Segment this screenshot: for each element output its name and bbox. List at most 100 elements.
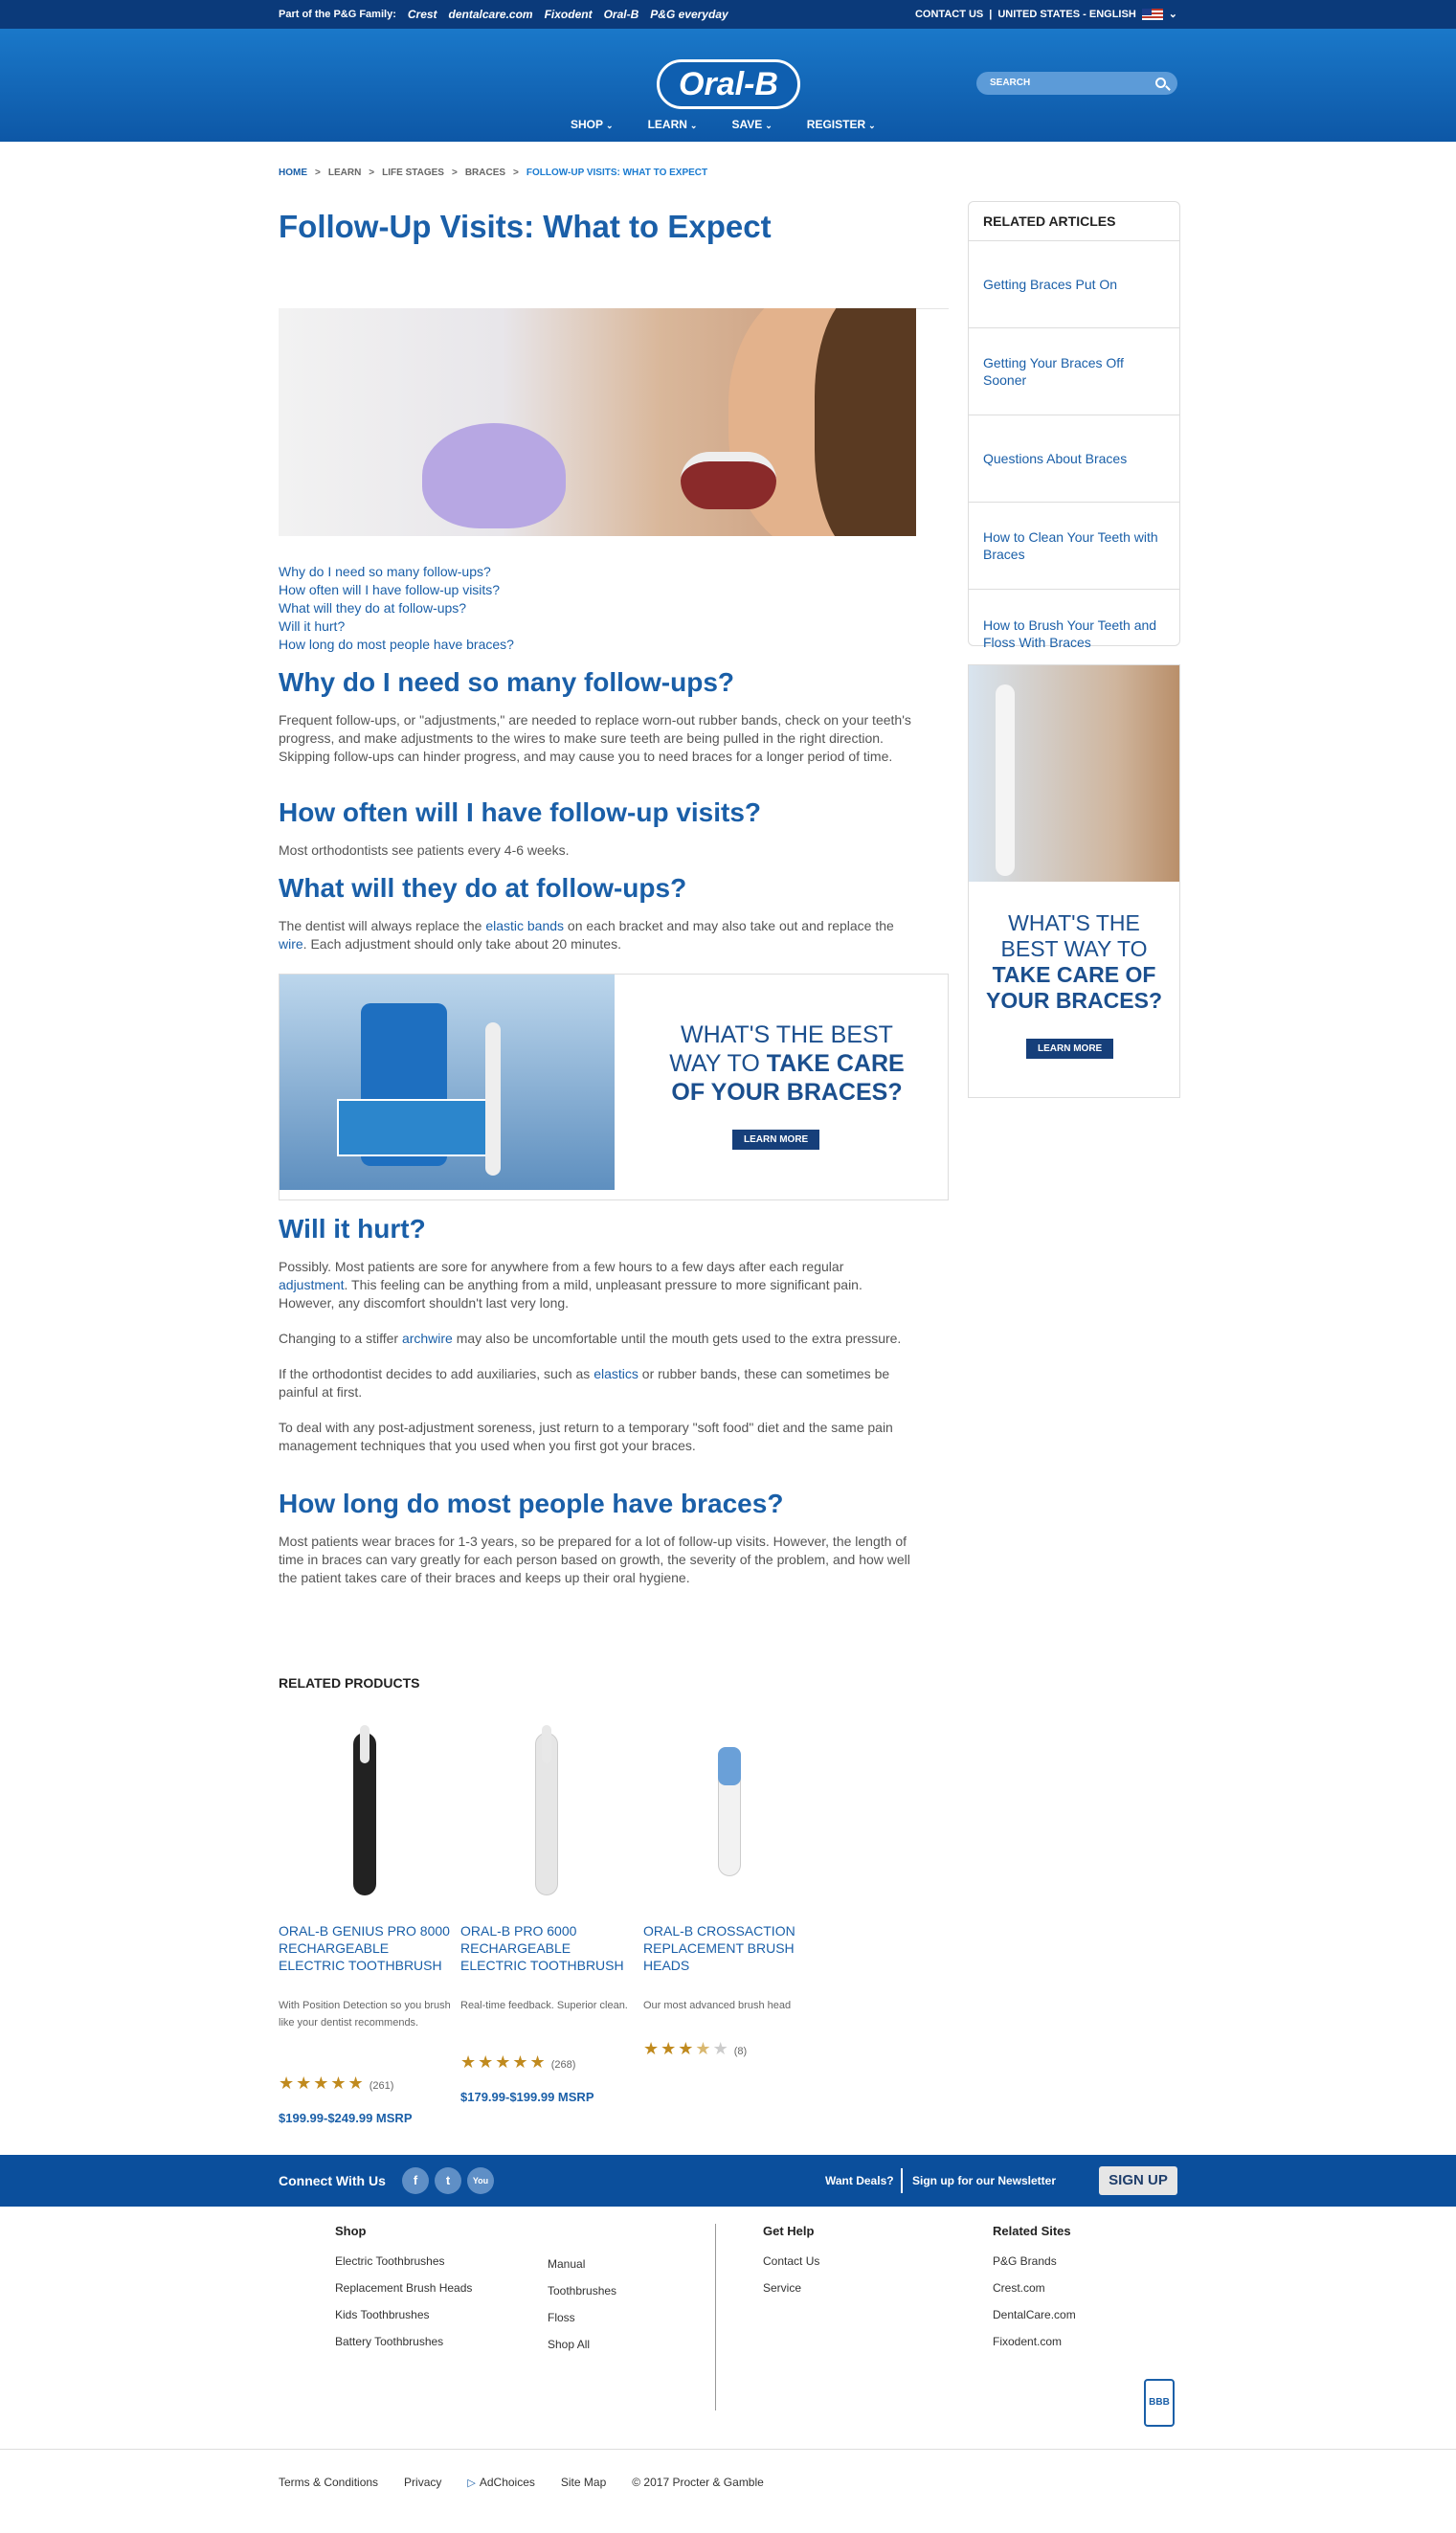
brand-dentalcare-link[interactable]: dentalcare.com [449, 8, 533, 21]
us-flag-icon[interactable] [1141, 8, 1163, 20]
footer-link[interactable]: Contact Us [763, 2248, 819, 2275]
locale-selector[interactable]: UNITED STATES - ENGLISH [997, 9, 1135, 20]
footer-link[interactable]: DentalCare.com [993, 2301, 1076, 2328]
search-input[interactable]: SEARCH [976, 72, 1177, 95]
section-why: Why do I need so many follow-ups? Freque… [279, 667, 916, 783]
nav-learn[interactable]: LEARN ⌄ [648, 118, 698, 131]
product-image[interactable] [279, 1723, 456, 1905]
sidebar-ad-image [969, 665, 1179, 882]
related-article-link[interactable]: Getting Braces Put On [969, 241, 1179, 328]
legal-links: Terms & Conditions Privacy ▷ AdChoices Si… [279, 2476, 764, 2489]
sidebar-learn-more-button[interactable]: LEARN MORE [1026, 1039, 1114, 1059]
footer-link[interactable]: Floss [548, 2304, 616, 2331]
toothbrush-shape [485, 1022, 501, 1176]
twitter-icon[interactable]: t [435, 2167, 461, 2194]
privacy-link[interactable]: Privacy [404, 2476, 441, 2489]
footer-help-col: Get Help Contact Us Service [763, 2224, 819, 2301]
oralb-logo[interactable]: Oral-B [657, 59, 800, 109]
footer-link[interactable]: Kids Toothbrushes [335, 2301, 472, 2328]
toothbrush-head-shape [360, 1725, 370, 1763]
breadcrumb-braces[interactable]: BRACES [465, 168, 505, 178]
toc-link[interactable]: How often will I have follow-up visits? [279, 581, 514, 599]
product-description: Real-time feedback. Superior clean. [460, 2000, 628, 2011]
section-how-often: How often will I have follow-up visits? … [279, 797, 916, 877]
product-rating: ★★★★★ (268) [460, 2052, 576, 2072]
related-articles-title: RELATED ARTICLES [969, 202, 1179, 241]
related-article-link[interactable]: Getting Your Braces Off Sooner [969, 328, 1179, 415]
product-card: ORAL-B PRO 6000 RECHARGEABLE ELECTRIC TO… [460, 1723, 638, 2104]
toc-link[interactable]: What will they do at follow-ups? [279, 599, 514, 617]
contact-us-link[interactable]: CONTACT US [915, 9, 983, 20]
related-products-title: RELATED PRODUCTS [279, 1675, 420, 1691]
footer-link[interactable]: Manual [548, 2251, 616, 2277]
product-name-link[interactable]: ORAL-B CROSSACTION REPLACEMENT BRUSH HEA… [643, 1922, 820, 1997]
section-heading: How long do most people have braces? [279, 1489, 784, 1518]
elastic-bands-link[interactable]: elastic bands [485, 918, 564, 933]
nav-register[interactable]: REGISTER ⌄ [807, 118, 876, 131]
elastics-link[interactable]: elastics [594, 1366, 638, 1381]
braces-care-banner[interactable]: WHAT'S THE BEST WAY TO TAKE CARE OF YOUR… [279, 974, 949, 1200]
chevron-down-icon: ⌄ [868, 121, 876, 130]
breadcrumb-learn[interactable]: LEARN [328, 168, 361, 178]
copyright: © 2017 Procter & Gamble [632, 2476, 764, 2489]
footer-shop-title: Shop [335, 2224, 367, 2238]
product-description: Our most advanced brush head [643, 2000, 792, 2011]
toc-link[interactable]: Why do I need so many follow-ups? [279, 563, 514, 581]
footer-link[interactable]: Toothbrushes [548, 2277, 616, 2304]
product-rating: ★★★★★ (261) [279, 2073, 394, 2093]
related-article-link[interactable]: How to Clean Your Teeth with Braces [969, 503, 1179, 590]
related-article-link[interactable]: Questions About Braces [969, 415, 1179, 503]
section-hurt: Will it hurt? Possibly. Most patients ar… [279, 1214, 916, 1472]
toc-link[interactable]: Will it hurt? [279, 617, 514, 636]
facebook-icon[interactable]: f [402, 2167, 429, 2194]
nav-save[interactable]: SAVE ⌄ [731, 118, 772, 131]
sidebar-ad[interactable]: WHAT'S THE BEST WAY TO TAKE CARE OF YOUR… [968, 664, 1180, 1098]
archwire-link[interactable]: archwire [402, 1331, 453, 1346]
sign-up-button[interactable]: SIGN UP [1099, 2166, 1177, 2195]
footer-link[interactable]: Service [763, 2275, 819, 2301]
footer-sites-title: Related Sites [993, 2224, 1071, 2238]
brand-oralb-link[interactable]: Oral-B [604, 8, 639, 21]
youtube-icon[interactable]: You [467, 2167, 494, 2194]
search-placeholder: SEARCH [990, 78, 1031, 88]
breadcrumb-life-stages[interactable]: LIFE STAGES [382, 168, 444, 178]
terms-link[interactable]: Terms & Conditions [279, 2476, 378, 2489]
banner-learn-more-button[interactable]: LEARN MORE [732, 1130, 820, 1150]
breadcrumb-home[interactable]: HOME [279, 168, 307, 178]
brand-fixodent-link[interactable]: Fixodent [545, 8, 593, 21]
top-right-links: CONTACT US | UNITED STATES - ENGLISH ⌄ [914, 8, 1177, 20]
connect-label: Connect With Us [279, 2173, 386, 2188]
nav-shop[interactable]: SHOP ⌄ [571, 118, 614, 131]
wire-link[interactable]: wire [279, 936, 303, 952]
footer-link[interactable]: Fixodent.com [993, 2328, 1076, 2355]
product-name-link[interactable]: ORAL-B GENIUS PRO 8000 RECHARGEABLE ELEC… [279, 1922, 456, 1997]
section-paragraph: Frequent follow-ups, or "adjustments," a… [279, 712, 911, 764]
footer-help-title: Get Help [763, 2224, 815, 2238]
product-image[interactable] [643, 1723, 820, 1905]
star-rating-icon: ★★★★★ [279, 2073, 366, 2093]
footer-link[interactable]: Battery Toothbrushes [335, 2328, 472, 2355]
footer-link[interactable]: Electric Toothbrushes [335, 2248, 472, 2275]
footer-link[interactable]: Shop All [548, 2331, 616, 2358]
adjustment-link[interactable]: adjustment [279, 1277, 344, 1292]
brand-crest-link[interactable]: Crest [408, 8, 437, 21]
footer-link[interactable]: P&G Brands [993, 2248, 1076, 2275]
product-card: ORAL-B GENIUS PRO 8000 RECHARGEABLE ELEC… [279, 1723, 456, 2125]
breadcrumb-current: FOLLOW-UP VISITS: WHAT TO EXPECT [526, 168, 708, 178]
footer-shop-col1: Shop Electric Toothbrushes Replacement B… [335, 2224, 472, 2355]
product-price: $199.99-$249.99 MSRP [279, 2111, 413, 2125]
footer-link[interactable]: Crest.com [993, 2275, 1076, 2301]
product-name-link[interactable]: ORAL-B PRO 6000 RECHARGEABLE ELECTRIC TO… [460, 1922, 638, 1997]
footer-link[interactable]: Replacement Brush Heads [335, 2275, 472, 2301]
product-image[interactable] [460, 1723, 638, 1905]
connect-bar: Connect With Us f t You Want Deals? Sign… [0, 2155, 1456, 2207]
toc-link[interactable]: How long do most people have braces? [279, 636, 514, 654]
bbb-badge[interactable]: BBB [1144, 2379, 1175, 2427]
sitemap-link[interactable]: Site Map [561, 2476, 606, 2489]
footer-bottom-divider [0, 2449, 1456, 2450]
search-icon[interactable] [1155, 78, 1166, 88]
brand-pgeveryday-link[interactable]: P&G everyday [650, 8, 728, 21]
section-heading: How often will I have follow-up visits? [279, 797, 762, 827]
adchoices-link[interactable]: ▷ AdChoices [467, 2476, 535, 2489]
divider [901, 2168, 903, 2193]
